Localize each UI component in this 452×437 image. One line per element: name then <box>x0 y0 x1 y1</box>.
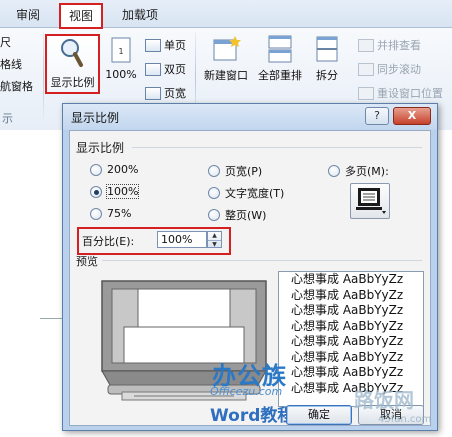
percent-input[interactable] <box>157 231 207 248</box>
many-pages-picker-button[interactable] <box>350 183 390 219</box>
split-icon <box>316 36 338 62</box>
new-window-icon <box>213 36 241 61</box>
radio-whole-page-label: 整页(W) <box>225 209 267 222</box>
help-button[interactable]: ? <box>365 107 389 125</box>
radio-200-label: 200% <box>107 163 139 176</box>
dialog-title: 显示比例 <box>71 111 120 125</box>
radio-text-width[interactable]: 文字宽度(T) <box>208 185 284 201</box>
preview-section-divider <box>102 260 422 261</box>
percent-label: 百分比(E): <box>82 235 135 248</box>
page-width-label: 页宽 <box>164 87 186 100</box>
zoom-dialog: 显示比例 ? X 显示比例 200% 100% 75% 页宽(P) 文字宽度(T… <box>62 103 438 431</box>
page-width-icon <box>145 86 161 100</box>
page-width-button[interactable]: 页宽 <box>145 84 186 102</box>
radio-100-percent[interactable]: 100% <box>90 184 140 199</box>
two-pages-icon <box>145 62 161 76</box>
svg-text:1: 1 <box>118 47 123 56</box>
one-page-button[interactable]: 单页 <box>145 36 186 54</box>
radio-circle <box>90 163 102 176</box>
radio-200-percent[interactable]: 200% <box>90 163 138 176</box>
radio-text-width-label: 文字宽度(T) <box>225 187 285 200</box>
sample-line: 心想事成 AaBbYyZz <box>291 303 404 317</box>
zoom-button[interactable]: 显示比例 <box>45 34 100 94</box>
arrange-all-icon <box>268 35 292 63</box>
magnifier-icon <box>60 39 83 67</box>
percent-spinner[interactable]: ▲ ▼ <box>207 231 222 248</box>
sync-scroll-label: 同步滚动 <box>377 63 421 76</box>
group-separator <box>43 32 44 122</box>
view-side-by-side-button[interactable]: 并排查看 <box>358 36 421 54</box>
sync-scroll-icon <box>358 62 374 76</box>
site-watermark: 路饭网 <box>354 388 414 412</box>
reset-window-label: 重设窗口位置 <box>377 87 443 100</box>
radio-75-percent[interactable]: 75% <box>90 207 131 220</box>
new-window-button[interactable]: 新建窗口 <box>200 34 252 90</box>
dialog-titlebar[interactable]: 显示比例 ? X <box>63 104 437 130</box>
page-100-icon: 1 <box>111 37 131 63</box>
sync-scroll-button[interactable]: 同步滚动 <box>358 60 421 78</box>
gridlines-checkbox-label[interactable]: 格线 <box>0 56 22 72</box>
show-group-label: 示 <box>2 112 13 125</box>
radio-page-width-label: 页宽(P) <box>225 165 263 178</box>
new-window-label: 新建窗口 <box>204 69 248 82</box>
spin-down-icon[interactable]: ▼ <box>208 240 221 248</box>
close-button[interactable]: X <box>393 107 431 125</box>
reset-window-position-button[interactable]: 重设窗口位置 <box>358 84 443 102</box>
split-button[interactable]: 拆分 <box>308 34 346 90</box>
document-margin-line <box>40 318 64 319</box>
radio-circle <box>208 165 220 177</box>
radio-page-width[interactable]: 页宽(P) <box>208 163 262 179</box>
zoom-button-label: 显示比例 <box>50 76 95 89</box>
zoom-section-divider <box>132 147 422 148</box>
arrange-all-button[interactable]: 全部重排 <box>255 34 305 90</box>
sample-line: 心想事成 AaBbYyZz <box>291 318 404 333</box>
ok-button[interactable]: 确定 <box>286 405 352 425</box>
sample-line: 心想事成 AaBbYyZz <box>291 349 404 364</box>
two-pages-button[interactable]: 双页 <box>145 60 186 78</box>
reset-window-icon <box>358 86 374 100</box>
radio-many-pages[interactable]: 多页(M): <box>328 163 389 179</box>
watermark-url: Officezu.com <box>210 385 283 398</box>
side-by-side-icon <box>358 38 374 52</box>
one-page-icon <box>145 38 161 52</box>
radio-circle <box>90 207 102 220</box>
zoom-section-label: 显示比例 <box>76 141 125 155</box>
dialog-body: 显示比例 200% 100% 75% 页宽(P) 文字宽度(T) 整页(W) 多… <box>69 130 431 426</box>
spin-up-icon[interactable]: ▲ <box>208 232 221 240</box>
ribbon-tabbar: 审阅 视图 加载项 <box>0 0 452 29</box>
sample-line: 心想事成 AaBbYyZz <box>291 272 404 286</box>
radio-75-label: 75% <box>107 207 132 220</box>
radio-circle <box>208 209 220 221</box>
sample-line: 心想事成 AaBbYyZz <box>291 334 404 348</box>
tab-view[interactable]: 视图 <box>58 3 104 29</box>
radio-circle <box>90 185 102 198</box>
tab-addins[interactable]: 加载项 <box>114 4 166 28</box>
ruler-checkbox-label[interactable]: 尺 <box>0 34 11 50</box>
hundred-percent-button[interactable]: 1 100% <box>103 34 139 90</box>
split-label: 拆分 <box>316 69 338 82</box>
radio-circle <box>208 187 220 199</box>
radio-100-label: 100% <box>105 184 140 199</box>
site-watermark-url: 45fan.com <box>378 414 432 425</box>
radio-whole-page[interactable]: 整页(W) <box>208 207 266 223</box>
one-page-label: 单页 <box>164 39 186 52</box>
sample-line: 心想事成 AaBbYyZz <box>291 365 404 379</box>
monitor-pages-icon <box>356 188 386 214</box>
radio-many-pages-label: 多页(M): <box>345 165 389 178</box>
hundred-percent-label: 100% <box>105 68 137 81</box>
two-pages-label: 双页 <box>164 63 186 76</box>
sample-line: 心想事成 AaBbYyZz <box>291 287 404 302</box>
watermark-subtitle: Word教程 <box>210 406 295 426</box>
arrange-all-label: 全部重排 <box>258 69 302 82</box>
radio-circle <box>328 165 340 177</box>
preview-section-label: 预览 <box>76 255 98 268</box>
tab-review[interactable]: 审阅 <box>8 4 48 28</box>
side-by-side-label: 并排查看 <box>377 39 421 52</box>
navpane-checkbox-label[interactable]: 航窗格 <box>0 78 33 94</box>
